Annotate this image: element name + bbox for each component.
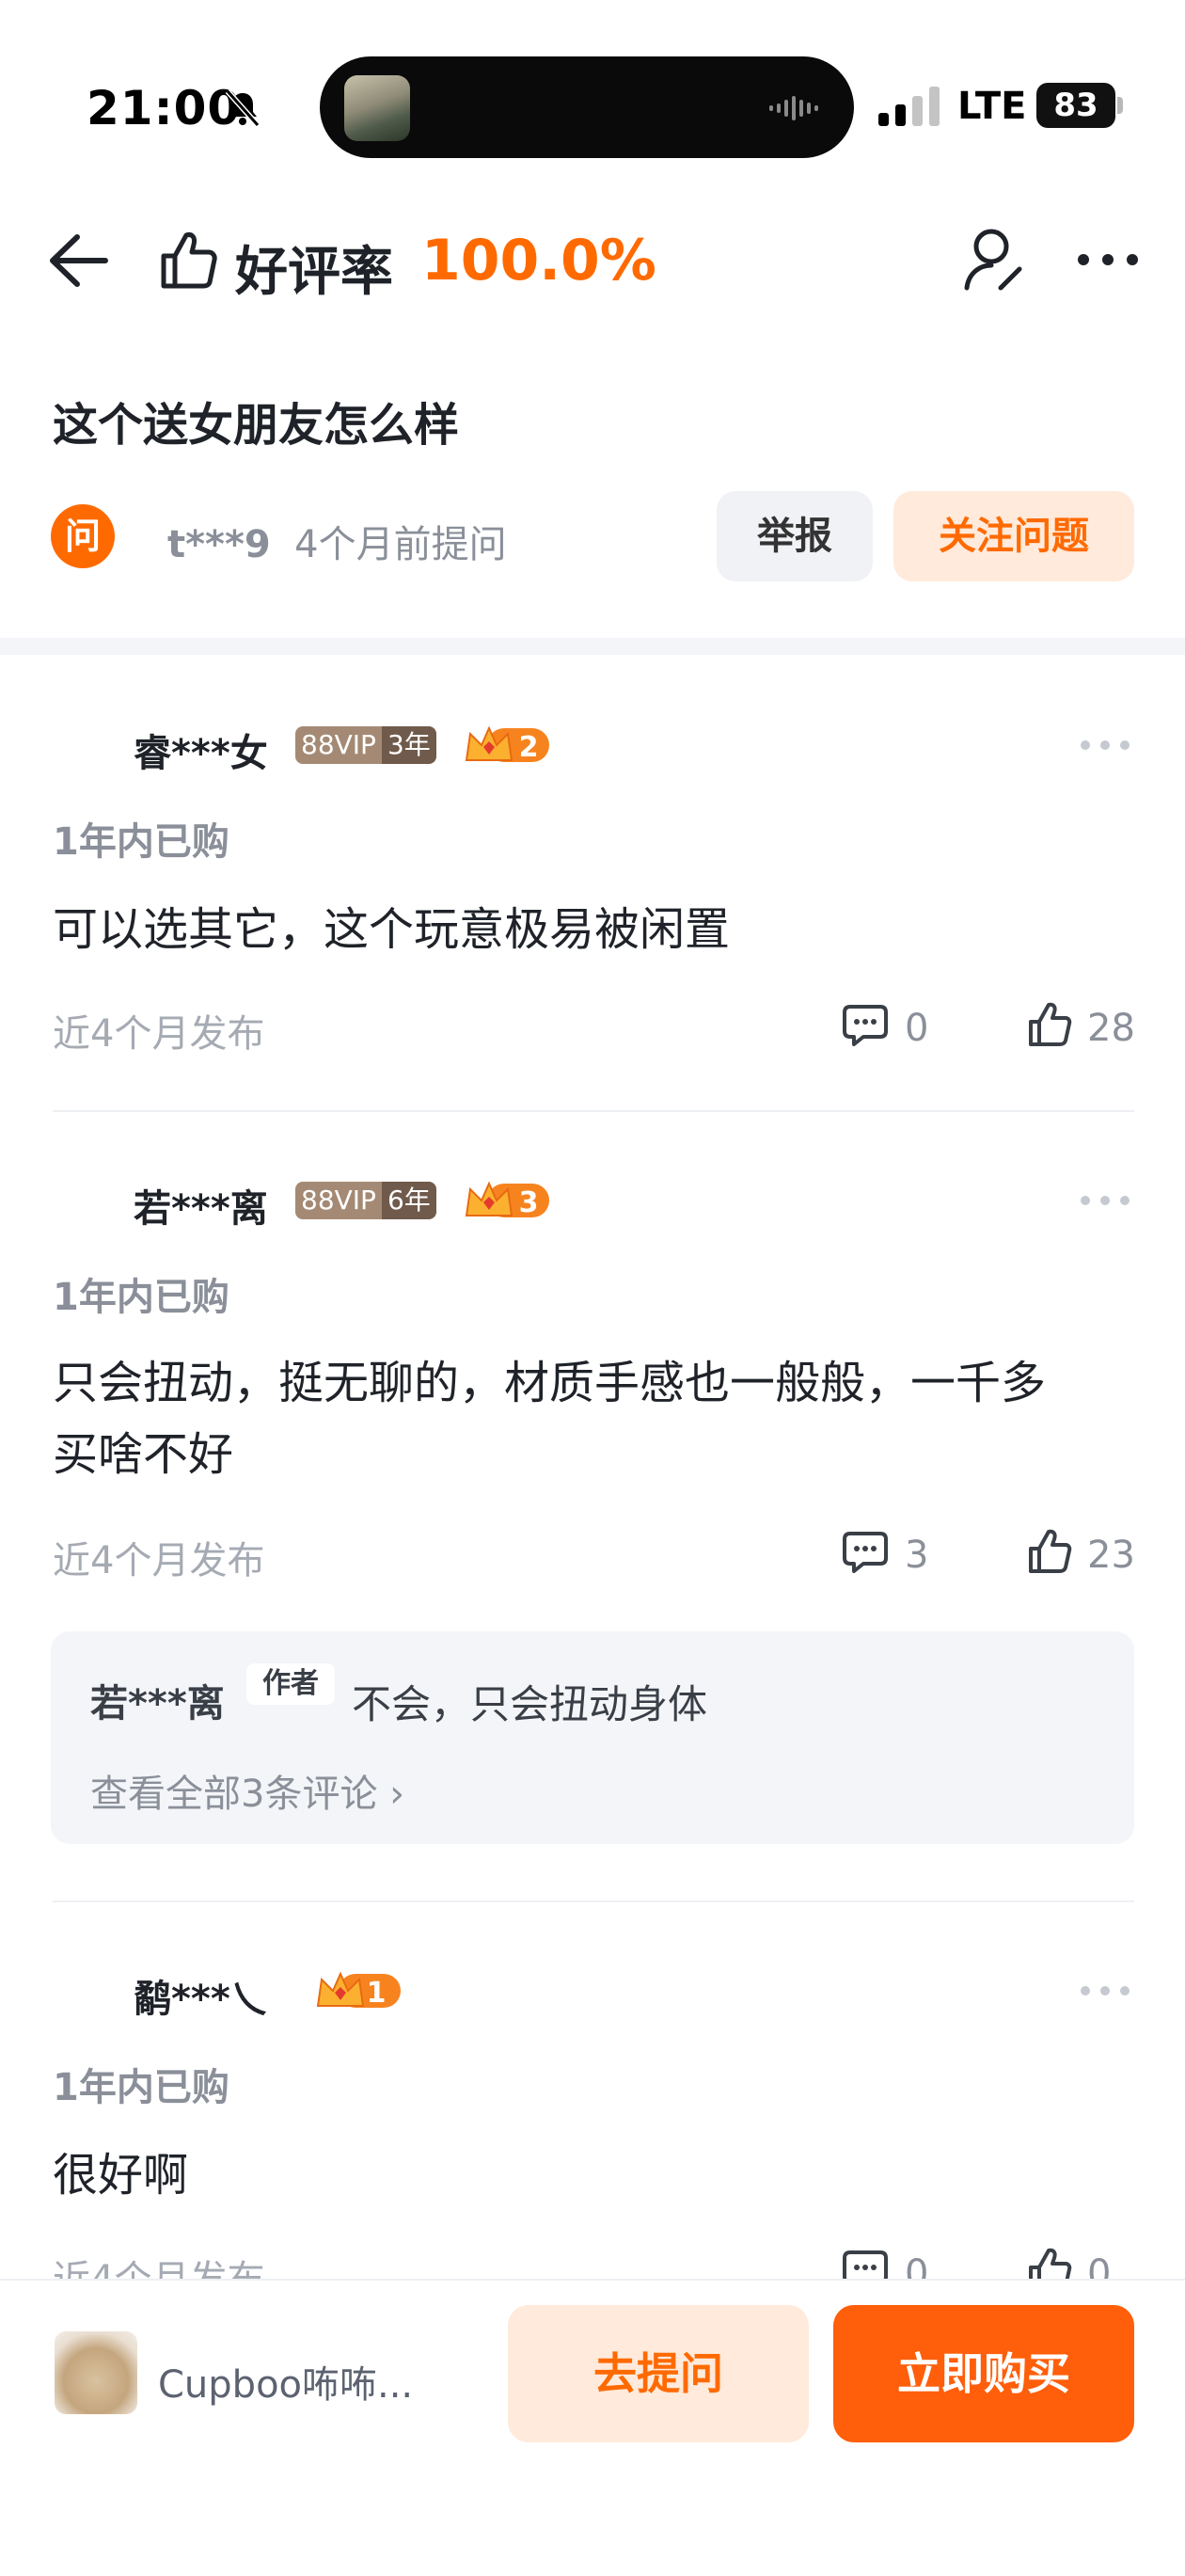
vip-badge: 88VIP 6年 (295, 1182, 436, 1219)
comment-icon[interactable] (843, 1530, 888, 1573)
purchase-tag: 1年内已购 (53, 2066, 229, 2109)
status-time: 21:00 (87, 81, 242, 135)
purchase-tag: 1年内已购 (53, 820, 229, 864)
purchase-tag: 1年内已购 (53, 1276, 229, 1319)
answer-username[interactable]: 睿***女 (134, 723, 268, 777)
silent-bell-icon (225, 89, 261, 127)
asker-info: t***9 4个月前提问 (167, 514, 507, 568)
comment-count: 0 (905, 1007, 929, 1050)
crown-level-number: 3 (519, 1186, 539, 1219)
answer-more-icon[interactable] (1080, 1195, 1130, 1206)
like-count: 28 (1087, 1007, 1135, 1050)
comment-icon[interactable] (843, 1003, 888, 1046)
answer-username[interactable]: 鹬***乀 (134, 1968, 268, 2023)
crown-level-icon: 1 (316, 1971, 401, 2010)
answer-more-icon[interactable] (1080, 1985, 1130, 1996)
author-tag: 作者 (246, 1663, 335, 1705)
reply-text: 不会，只会扭动身体 (352, 1681, 708, 1727)
asked-time: 4个月前提问 (294, 523, 507, 566)
like-icon[interactable] (1027, 1528, 1072, 1575)
answer-more-icon[interactable] (1080, 739, 1130, 751)
report-button[interactable]: 举报 (717, 491, 873, 581)
network-type: LTE (957, 85, 1027, 128)
question-text: 这个送女朋友怎么样 (53, 399, 460, 452)
now-playing-artwork[interactable] (344, 75, 410, 141)
more-options-icon[interactable] (1076, 252, 1140, 267)
crown-level-number: 2 (519, 731, 539, 764)
question-badge: 问 (51, 504, 115, 568)
product-thumbnail[interactable] (55, 2331, 137, 2414)
like-icon[interactable] (1027, 1001, 1072, 1048)
reply-username: 若***离 (90, 1682, 225, 1725)
signal-icon (878, 87, 940, 126)
answer-username[interactable]: 若***离 (134, 1178, 268, 1232)
product-name[interactable]: Cupboo咘咘... (158, 2354, 413, 2409)
user-profile-icon[interactable] (963, 226, 1025, 294)
answer-time: 近4个月发布 (53, 1012, 265, 1056)
battery-cap (1117, 97, 1123, 114)
crown-level-icon: 3 (465, 1181, 549, 1219)
battery-indicator: 83 (1036, 83, 1115, 128)
vip-badge: 88VIP 3年 (295, 726, 436, 764)
like-count: 23 (1087, 1534, 1135, 1577)
asker-name: t***9 (167, 523, 271, 566)
page-title: 好评率 (235, 242, 393, 303)
follow-question-button[interactable]: 关注问题 (893, 491, 1134, 581)
answer-text: 只会扭动，挺无聊的，材质手感也一般般，一千多 买啥不好 (53, 1357, 1047, 1481)
positive-rate: 100.0% (421, 228, 656, 294)
ask-question-button[interactable]: 去提问 (508, 2305, 809, 2442)
answer-text: 很好啊 (53, 2149, 189, 2202)
buy-now-button[interactable]: 立即购买 (833, 2305, 1134, 2442)
crown-level-number: 1 (367, 1977, 387, 2010)
thumbs-up-icon (161, 232, 217, 289)
answer-time: 近4个月发布 (53, 1539, 265, 1582)
crown-level-icon: 2 (465, 725, 549, 764)
view-all-comments-link[interactable]: 查看全部3条评论 › (90, 1763, 404, 1818)
back-arrow-icon[interactable] (47, 233, 109, 288)
answer-separator (53, 1900, 1134, 1902)
section-divider (0, 638, 1185, 655)
audio-wave-icon (769, 96, 818, 120)
answer-separator (53, 1110, 1134, 1112)
comment-count: 3 (905, 1534, 929, 1577)
answer-text: 可以选其它，这个玩意极易被闲置 (53, 903, 731, 956)
